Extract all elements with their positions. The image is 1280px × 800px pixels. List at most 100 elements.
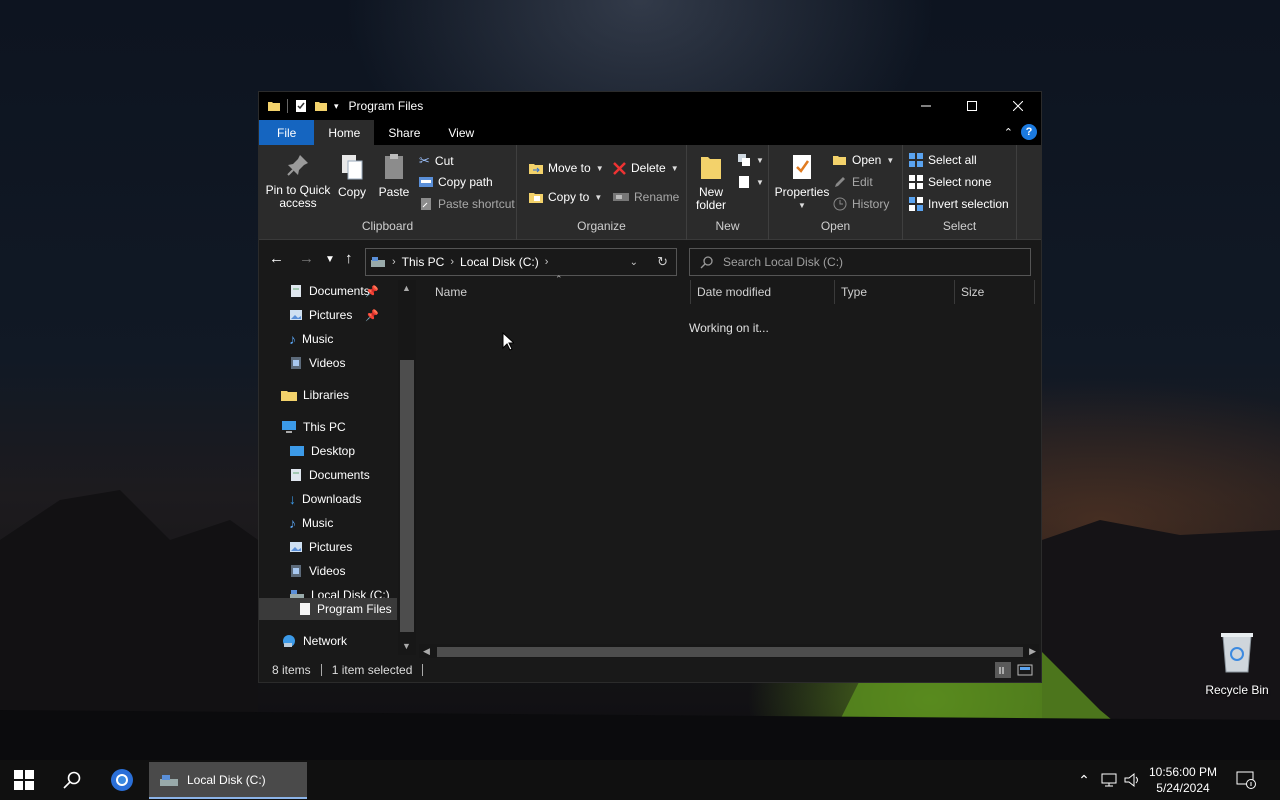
column-header-size[interactable]: Size — [955, 280, 1035, 304]
maximize-button[interactable] — [949, 92, 995, 120]
title-bar[interactable]: ▾ Program Files — [259, 92, 1041, 120]
scroll-up-arrow-icon[interactable]: ▲ — [402, 283, 411, 293]
nav-item-label: Downloads — [302, 492, 362, 506]
minimize-button[interactable] — [903, 92, 949, 120]
videos-icon — [291, 565, 301, 577]
close-button[interactable] — [995, 92, 1041, 120]
tab-share[interactable]: Share — [374, 120, 434, 145]
recent-locations-button[interactable]: ▼ — [325, 254, 335, 265]
history-button[interactable]: History — [833, 197, 889, 211]
file-explorer-taskbar-button[interactable]: Local Disk (C:) — [149, 762, 307, 799]
copy-path-button[interactable]: Copy path — [419, 175, 493, 189]
nav-item-label: Program Files — [317, 602, 392, 616]
address-bar[interactable]: › This PC › Local Disk (C:) › ⌄ ↻ — [365, 248, 677, 276]
open-button[interactable]: Open ▼ — [833, 153, 894, 167]
search-button[interactable] — [48, 760, 96, 800]
scroll-right-arrow-icon[interactable]: ▶ — [1029, 646, 1036, 657]
properties-icon[interactable] — [294, 99, 308, 113]
nav-item-quick-pictures[interactable]: Pictures 📌 — [289, 304, 397, 326]
column-header-type[interactable]: Type — [835, 280, 955, 304]
select-all-label: Select all — [928, 153, 977, 167]
new-folder-icon[interactable] — [314, 99, 328, 113]
clipboard-group-label: Clipboard — [361, 219, 414, 233]
tab-file[interactable]: File — [259, 120, 315, 145]
column-header-name[interactable]: Name — [429, 280, 691, 304]
recycle-bin-desktop-icon[interactable]: Recycle Bin — [1202, 630, 1272, 697]
back-button[interactable]: ← — [269, 250, 284, 267]
ribbon: Pin to Quick access Copy Paste ✂ Cut Cop… — [259, 145, 1041, 240]
move-to-icon — [529, 164, 543, 174]
column-header-date-modified[interactable]: Date modified — [691, 280, 835, 304]
navigation-pane-scroll-thumb[interactable] — [400, 360, 414, 632]
scroll-down-arrow-icon[interactable]: ▼ — [402, 641, 411, 651]
select-none-button[interactable]: Select none — [909, 175, 991, 189]
copy-label: Copy — [337, 185, 366, 199]
nav-item-this-pc[interactable]: This PC — [281, 416, 346, 438]
forward-button[interactable]: → — [299, 250, 314, 267]
collapse-ribbon-icon[interactable]: ⌃ — [1004, 126, 1013, 139]
copy-path-icon — [419, 177, 433, 187]
qat-dropdown-icon[interactable]: ▾ — [334, 101, 339, 112]
new-folder-button[interactable]: New folder — [693, 153, 729, 212]
copy-to-button[interactable]: Copy to ▼ — [529, 190, 602, 204]
nav-item-downloads[interactable]: ↓ Downloads — [289, 488, 361, 510]
invert-selection-button[interactable]: Invert selection — [909, 197, 1009, 211]
volume-tray-icon[interactable] — [1122, 760, 1144, 800]
pin-icon[interactable]: 📌 — [365, 309, 379, 322]
history-icon — [833, 197, 847, 211]
edit-button[interactable]: Edit — [833, 175, 873, 189]
show-hidden-icons-button[interactable]: ⌃ — [1074, 760, 1094, 800]
up-button[interactable]: ↑ — [345, 250, 353, 267]
nav-item-libraries[interactable]: Libraries — [281, 384, 349, 406]
nav-item-quick-music[interactable]: ♪ Music — [289, 328, 333, 350]
action-center-button[interactable] — [1226, 760, 1266, 800]
nav-item-quick-videos[interactable]: Videos — [289, 352, 345, 374]
pin-icon[interactable]: 📌 — [365, 285, 379, 298]
search-box[interactable]: Search Local Disk (C:) — [689, 248, 1031, 276]
nav-item-program-files[interactable]: Program Files — [259, 598, 397, 620]
nav-item-documents[interactable]: Documents — [289, 464, 370, 486]
open-group-label: Open — [820, 219, 851, 233]
navigation-pane: Documents 📌 Pictures 📌 ♪ Music Videos Li… — [259, 280, 417, 655]
nav-item-quick-documents[interactable]: Documents 📌 — [289, 280, 397, 302]
pin-to-quick-access-button[interactable]: Pin to Quick access — [265, 153, 331, 210]
horizontal-scroll-thumb[interactable] — [437, 647, 1023, 657]
nav-item-label: Network — [303, 634, 348, 648]
nav-item-videos[interactable]: Videos — [289, 560, 345, 582]
paste-button[interactable]: Paste — [377, 153, 411, 199]
large-icons-view-icon[interactable] — [1017, 662, 1033, 681]
nav-item-desktop[interactable]: Desktop — [289, 440, 355, 462]
nav-item-music[interactable]: ♪ Music — [289, 512, 333, 534]
delete-button[interactable]: Delete ▼ — [613, 161, 679, 175]
new-item-button[interactable]: ▼ — [737, 153, 764, 167]
tab-view[interactable]: View — [434, 120, 488, 145]
nav-item-pictures[interactable]: Pictures — [289, 536, 352, 558]
move-to-button[interactable]: Move to ▼ — [529, 161, 604, 175]
help-icon[interactable]: ? — [1021, 124, 1037, 140]
breadcrumb-local-disk[interactable]: Local Disk (C:) › — [460, 255, 548, 269]
nav-item-label: Documents — [309, 468, 370, 482]
select-all-button[interactable]: Select all — [909, 153, 977, 167]
nav-item-network[interactable]: Network — [281, 630, 347, 652]
chrome-taskbar-button[interactable] — [98, 760, 146, 800]
details-view-icon[interactable] — [995, 662, 1011, 678]
select-none-icon — [909, 175, 923, 189]
speaker-icon — [1124, 772, 1138, 788]
start-button[interactable] — [0, 760, 48, 800]
easy-access-button[interactable]: ▼ — [737, 175, 764, 189]
paste-shortcut-button[interactable]: Paste shortcut — [419, 197, 515, 211]
edit-icon — [835, 177, 845, 187]
breadcrumb-label: This PC — [401, 255, 445, 269]
scroll-left-arrow-icon[interactable]: ◀ — [423, 646, 430, 657]
breadcrumb-this-pc[interactable]: This PC › — [402, 255, 454, 269]
tab-home[interactable]: Home — [314, 120, 375, 145]
network-tray-icon[interactable] — [1098, 760, 1120, 800]
properties-button[interactable]: Properties ▼ — [773, 153, 831, 212]
copy-button[interactable]: Copy — [335, 153, 369, 199]
address-history-dropdown[interactable]: ⌄ — [630, 257, 638, 268]
refresh-icon[interactable]: ↻ — [657, 254, 668, 270]
rename-button[interactable]: Rename — [613, 190, 679, 204]
cut-button[interactable]: ✂ Cut — [419, 153, 454, 169]
select-all-icon — [909, 153, 923, 167]
system-clock[interactable]: 10:56:00 PM 5/24/2024 — [1146, 764, 1220, 796]
